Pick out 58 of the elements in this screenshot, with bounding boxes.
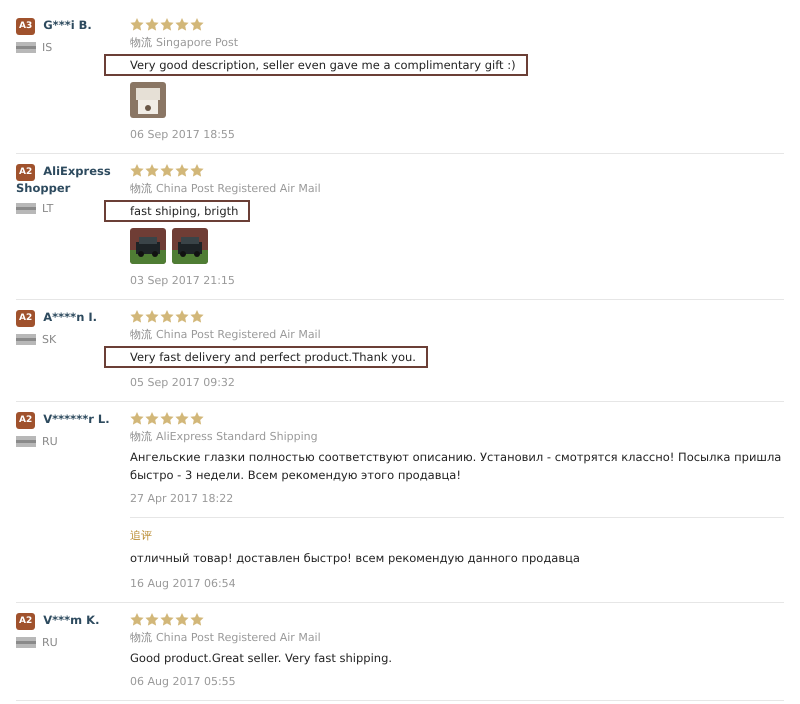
flag-icon [16,203,36,214]
shipping-method: 物流 AliExpress Standard Shipping [130,429,319,444]
shipping-method: 物流 China Post Registered Air Mail [130,327,322,342]
review-date: 05 Sep 2017 09:32 [130,376,236,389]
country-code: SK [42,333,56,346]
review-date: 27 Apr 2017 18:22 [130,492,234,505]
star-icon [160,18,174,31]
star-icon [190,310,204,323]
star-icon [145,164,159,177]
flag-icon [16,436,36,447]
flag-icon [16,334,36,345]
shipping-method: 物流 China Post Registered Air Mail [130,630,322,645]
star-icon [160,164,174,177]
star-icon [160,613,174,626]
followup-date: 16 Aug 2017 06:54 [130,577,237,590]
review-text: Very good description, seller even gave me a complimentary gift :) [104,54,528,76]
shipping-method: 物流 Singapore Post [130,35,240,50]
country-code: IS [42,41,52,54]
star-icon [190,164,204,177]
star-icon [175,412,189,425]
star-icon [145,412,159,425]
followup-label: 追评 [130,528,153,543]
reviewer-name: A2 AliExpress Shopper [16,164,112,196]
country-code: RU [42,435,58,448]
review-text: fast shiping, brigth [104,200,250,222]
star-icon [175,18,189,31]
review-text: Ангельские глазки полностью соответствуют описанию. Установил - смотрятся классно! Посылка пришла быстро - 3 недели. Всем рекомендую этого продавца! [130,449,782,484]
star-icon [190,613,204,626]
star-icon [145,310,159,323]
reviewer-name: A2 A****n I. [16,310,130,327]
flag-icon [16,637,36,648]
review-text: Very fast delivery and perfect product.Thank you. [104,346,428,368]
star-icon [190,18,204,31]
star-icon [130,310,144,323]
star-icon [145,18,159,31]
followup-text: отличный товар! доставлен быстро! всем рекомендую данного продавца [130,550,580,567]
star-icon [160,412,174,425]
star-icon [130,164,144,177]
star-icon [175,164,189,177]
flag-icon [16,42,36,53]
shipping-method: 物流 China Post Registered Air Mail [130,181,322,196]
star-icon [175,310,189,323]
review-date: 06 Sep 2017 18:55 [130,128,236,141]
review-date: 03 Sep 2017 21:15 [130,274,236,287]
reviewer-name: A2 V***m K. [16,613,130,630]
review-text: Good product.Great seller. Very fast shipping. [130,650,392,667]
star-icon [130,412,144,425]
star-icon [130,613,144,626]
review-date: 06 Aug 2017 05:55 [130,675,237,688]
country-code: RU [42,636,58,649]
reviewer-name: A3 G***i B. [16,18,130,35]
country-code: LT [42,202,54,215]
star-icon [145,613,159,626]
star-icon [160,310,174,323]
reviewer-name: A2 V******r L. [16,412,130,429]
star-icon [130,18,144,31]
star-icon [190,412,204,425]
star-icon [175,613,189,626]
